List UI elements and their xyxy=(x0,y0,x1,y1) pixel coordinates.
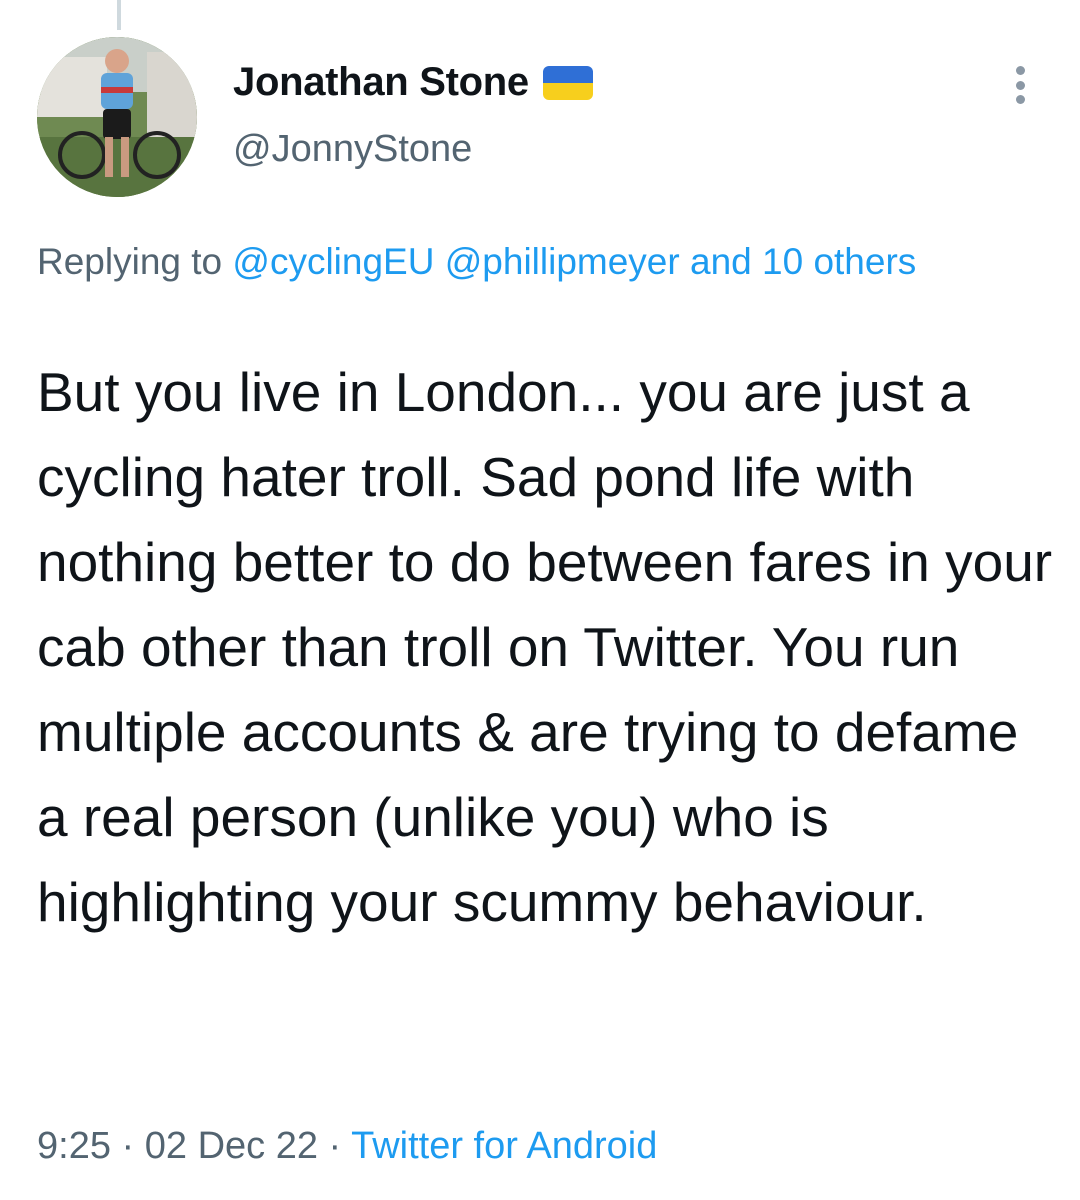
reply-others-link[interactable]: and 10 others xyxy=(690,241,916,282)
meta-separator: · xyxy=(110,1125,145,1167)
tweet-text: But you live in London... you are just a… xyxy=(37,361,1053,933)
more-vertical-icon-dot xyxy=(1015,80,1025,90)
author-row: Jonathan Stone xyxy=(233,60,593,105)
avatar[interactable] xyxy=(37,37,197,197)
more-vertical-icon xyxy=(1015,66,1025,75)
tweet-meta: 9:25 · 02 Dec 22 · Twitter for Android xyxy=(37,1125,657,1168)
tweet-date[interactable]: 02 Dec 22 xyxy=(145,1125,318,1167)
mention-link[interactable]: @phillipmeyer xyxy=(445,241,680,282)
reply-prefix: Replying to xyxy=(37,241,233,282)
meta-separator: · xyxy=(317,1125,352,1167)
author-display-name[interactable]: Jonathan Stone xyxy=(233,60,529,105)
more-vertical-icon-dot xyxy=(1015,95,1025,104)
thread-connector-line xyxy=(117,0,121,30)
tweet-source-link[interactable]: Twitter for Android xyxy=(351,1125,657,1167)
ukraine-flag-icon xyxy=(542,65,593,100)
mention-link[interactable]: @cyclingEU xyxy=(232,241,434,282)
more-options-button[interactable] xyxy=(1000,62,1040,108)
author-handle[interactable]: @JonnyStone xyxy=(233,128,472,171)
avatar-photo xyxy=(37,37,197,197)
tweet-time[interactable]: 9:25 xyxy=(37,1125,111,1167)
reply-context: Replying to @cyclingEU @phillipmeyer and… xyxy=(37,232,1037,292)
